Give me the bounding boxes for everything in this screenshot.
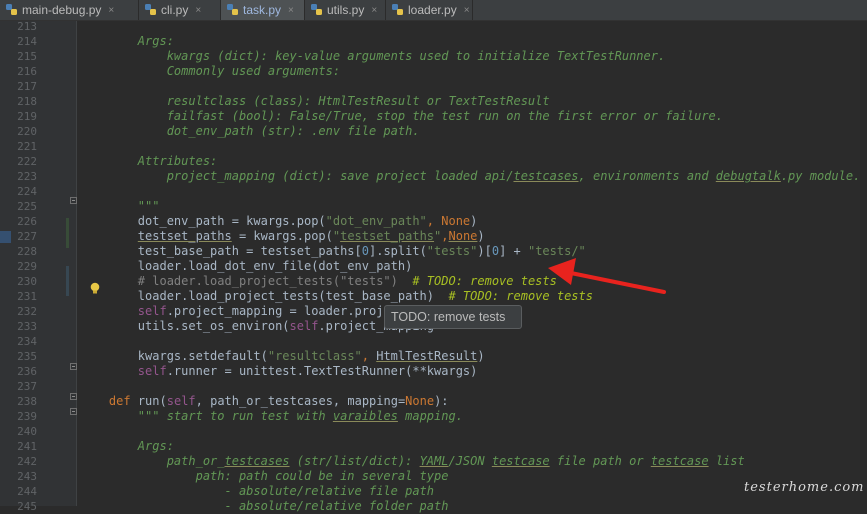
annotation-arrow	[548, 258, 666, 294]
watermark-text: testerhome.com	[744, 480, 865, 495]
